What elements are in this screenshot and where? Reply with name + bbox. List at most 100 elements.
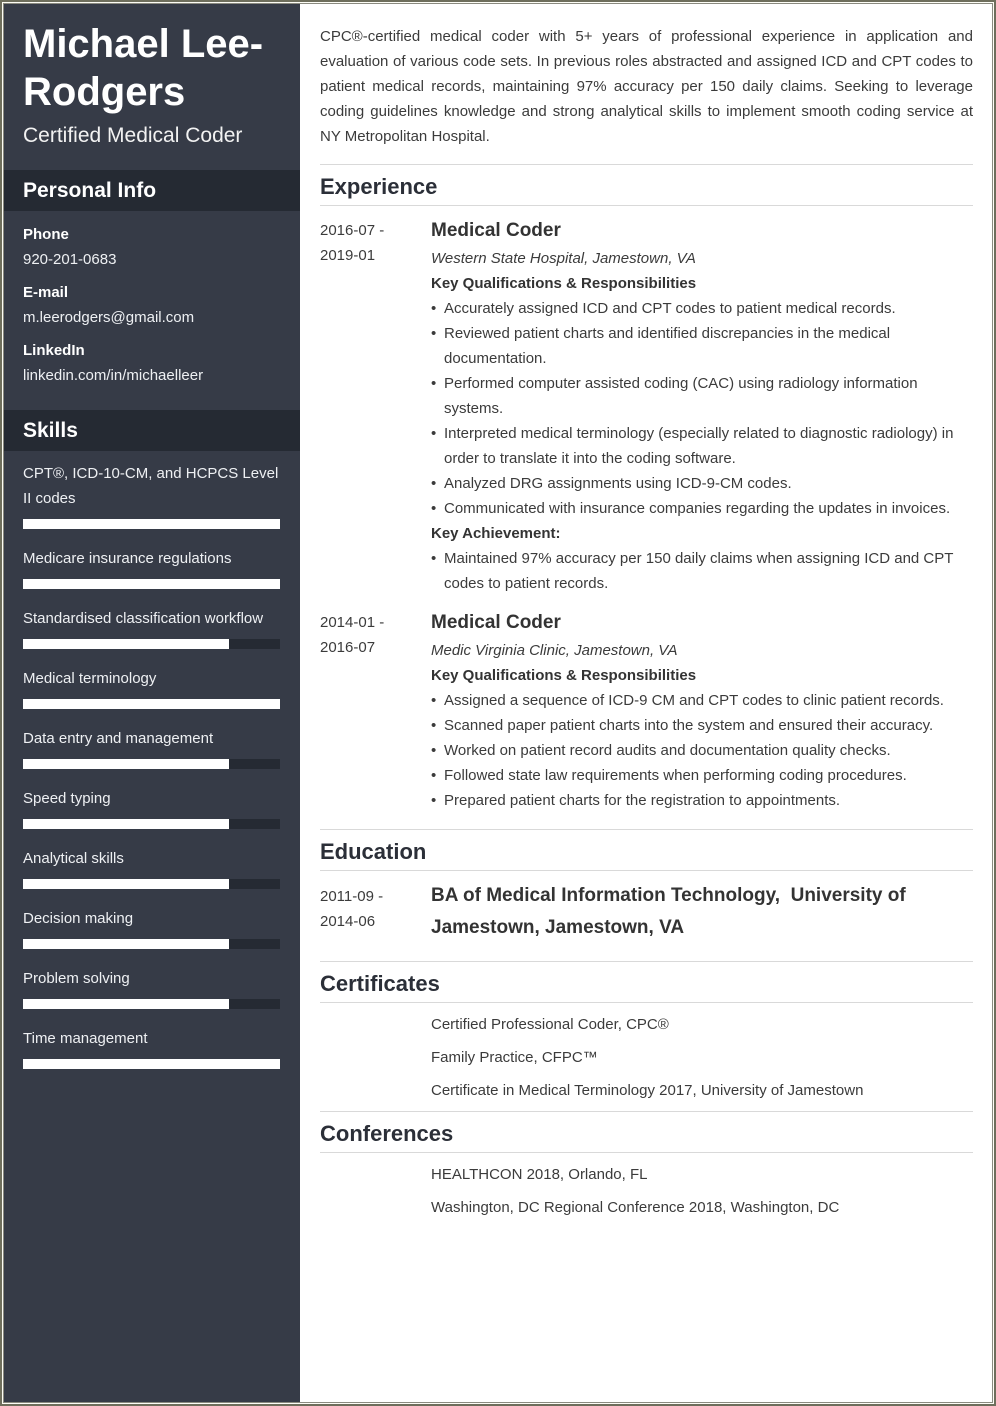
skill-level-fill: [23, 519, 280, 529]
certificate-item: Certified Professional Coder, CPC®: [431, 1016, 669, 1033]
list-item: Reviewed patient charts and identified d…: [431, 321, 973, 371]
skill-level-fill: [23, 579, 280, 589]
list-item: Worked on patient record audits and docu…: [431, 738, 973, 763]
skill-name: Speed typing: [23, 790, 111, 807]
phone-value[interactable]: 920-201-0683: [23, 247, 281, 272]
skill-level-bar: [23, 699, 280, 709]
job-entry: 2016-07 - 2019-01 Medical Coder Western Sta…: [320, 218, 973, 596]
responsibilities-heading: Key Qualifications & Responsibilities: [431, 275, 697, 292]
skill-level-bar: [23, 579, 280, 589]
skill-name: Analytical skills: [23, 850, 124, 867]
certificate-item: Certificate in Medical Terminology 2017,…: [431, 1082, 864, 1099]
skills-heading: Skills: [4, 410, 300, 451]
certificate-item: Family Practice, CFPC™: [431, 1049, 598, 1066]
skill-name: CPT®, ICD-10-CM, and HCPCS Level II code…: [23, 465, 279, 507]
entry-body: BA of Medical Information Technology, Un…: [431, 884, 973, 944]
skill-level-fill: [23, 759, 229, 769]
info-label: Phone: [23, 226, 69, 243]
section-title: Education: [320, 829, 973, 871]
conferences-list: HEALTHCON 2018, Orlando, FL Washington, D…: [320, 1153, 973, 1220]
education-section: Education 2011-09 - 2014-06 BA of Medica…: [320, 829, 973, 944]
skill-item: Speed typing: [23, 786, 281, 829]
skill-item: Time management: [23, 1026, 281, 1069]
skill-level-fill: [23, 639, 229, 649]
skill-level-fill: [23, 819, 229, 829]
entry-date: 2011-09 - 2014-06: [320, 884, 431, 944]
skills-list: CPT®, ICD-10-CM, and HCPCS Level II code…: [4, 451, 300, 1069]
skill-item: Analytical skills: [23, 846, 281, 889]
summary: CPC®-certified medical coder with 5+ yea…: [320, 28, 973, 145]
list-item: Prepared patient charts for the registra…: [431, 788, 973, 813]
date-end: 2016-07: [320, 639, 376, 656]
skill-item: Medicare insurance regulations: [23, 546, 281, 589]
list-item: Interpreted medical terminology (especia…: [431, 421, 973, 471]
skill-level-bar: [23, 639, 280, 649]
skill-level-bar: [23, 879, 280, 889]
list-item: Assigned a sequence of ICD-9 CM and CPT …: [431, 688, 973, 713]
skill-name: Medicare insurance regulations: [23, 550, 232, 567]
skill-level-fill: [23, 999, 229, 1009]
personal-info: Phone 920-201-0683 E-mail m.leerodgers@g…: [4, 211, 300, 402]
section-title: Experience: [320, 164, 973, 206]
date-start: 2011-09 -: [320, 888, 384, 905]
candidate-name: Michael Lee-Rodgers: [23, 22, 264, 114]
date-end: 2014-06: [320, 913, 376, 930]
achievement-heading: Key Achievement:: [431, 525, 561, 542]
skill-item: Decision making: [23, 906, 281, 949]
sidebar: Michael Lee-Rodgers Certified Medical Co…: [4, 4, 300, 1402]
jobs-list: 2016-07 - 2019-01 Medical Coder Western Sta…: [320, 218, 973, 813]
skill-level-bar: [23, 1059, 280, 1069]
email-value[interactable]: m.leerodgers@gmail.com: [23, 305, 281, 330]
section-title: Certificates: [320, 961, 973, 1003]
skill-level-fill: [23, 879, 229, 889]
skill-name: Time management: [23, 1030, 148, 1047]
entry-body: Medical Coder Western State Hospital, Jam…: [431, 218, 973, 596]
skill-item: Medical terminology: [23, 666, 281, 709]
achievements-list: Maintained 97% accuracy per 150 daily cl…: [431, 546, 973, 596]
experience-section: Experience 2016-07 - 2019-01 Medical Coder…: [320, 164, 973, 813]
candidate-title: Certified Medical Coder: [23, 124, 243, 147]
job-title: Medical Coder: [431, 220, 561, 241]
degree-title: BA of Medical Information Technology, Un…: [431, 885, 911, 938]
skill-item: Problem solving: [23, 966, 281, 1009]
skill-level-bar: [23, 999, 280, 1009]
skill-name: Standardised classification workflow: [23, 610, 264, 627]
certificates-list: Certified Professional Coder, CPC® Family…: [320, 1003, 973, 1103]
education-entry: 2011-09 - 2014-06 BA of Medical Informat…: [320, 884, 973, 944]
responsibilities-list: Assigned a sequence of ICD-9 CM and CPT …: [431, 688, 973, 813]
info-label: LinkedIn: [23, 342, 85, 359]
skill-item: CPT®, ICD-10-CM, and HCPCS Level II code…: [23, 461, 281, 529]
entry-date: 2016-07 - 2019-01: [320, 218, 431, 596]
company-name: Medic Virginia Clinic, Jamestown, VA: [431, 642, 678, 659]
responsibilities-list: Accurately assigned ICD and CPT codes to…: [431, 296, 973, 521]
conference-item: Washington, DC Regional Conference 2018,…: [431, 1199, 840, 1216]
linkedin-value[interactable]: linkedin.com/in/michaelleer: [23, 363, 281, 388]
skill-level-bar: [23, 519, 280, 529]
conferences-section: Conferences HEALTHCON 2018, Orlando, FL W…: [320, 1111, 973, 1220]
info-phone: Phone 920-201-0683: [23, 222, 281, 272]
responsibilities-heading: Key Qualifications & Responsibilities: [431, 667, 697, 684]
main-content: CPC®-certified medical coder with 5+ yea…: [320, 4, 973, 1228]
skill-level-fill: [23, 939, 229, 949]
personal-info-heading: Personal Info: [4, 170, 300, 211]
list-item: Followed state law requirements when per…: [431, 763, 973, 788]
skill-level-bar: [23, 939, 280, 949]
skill-level-bar: [23, 819, 280, 829]
date-start: 2016-07 -: [320, 222, 385, 239]
list-item: Scanned paper patient charts into the sy…: [431, 713, 973, 738]
skill-name: Data entry and management: [23, 730, 214, 747]
conference-item: HEALTHCON 2018, Orlando, FL: [431, 1166, 648, 1183]
skill-name: Medical terminology: [23, 670, 157, 687]
company-name: Western State Hospital, Jamestown, VA: [431, 250, 696, 267]
job-entry: 2014-01 - 2016-07 Medical Coder Medic Virgi…: [320, 610, 973, 813]
list-item: Accurately assigned ICD and CPT codes to…: [431, 296, 973, 321]
list-item: Analyzed DRG assignments using ICD-9-CM …: [431, 471, 973, 496]
skill-item: Standardised classification workflow: [23, 606, 281, 649]
info-email: E-mail m.leerodgers@gmail.com: [23, 280, 281, 330]
date-end: 2019-01: [320, 247, 376, 264]
resume-page: Michael Lee-Rodgers Certified Medical Co…: [3, 3, 993, 1403]
info-label: E-mail: [23, 284, 69, 301]
skill-name: Problem solving: [23, 970, 130, 987]
skill-level-fill: [23, 699, 280, 709]
entry-body: Medical Coder Medic Virginia Clinic, Jame…: [431, 610, 973, 813]
